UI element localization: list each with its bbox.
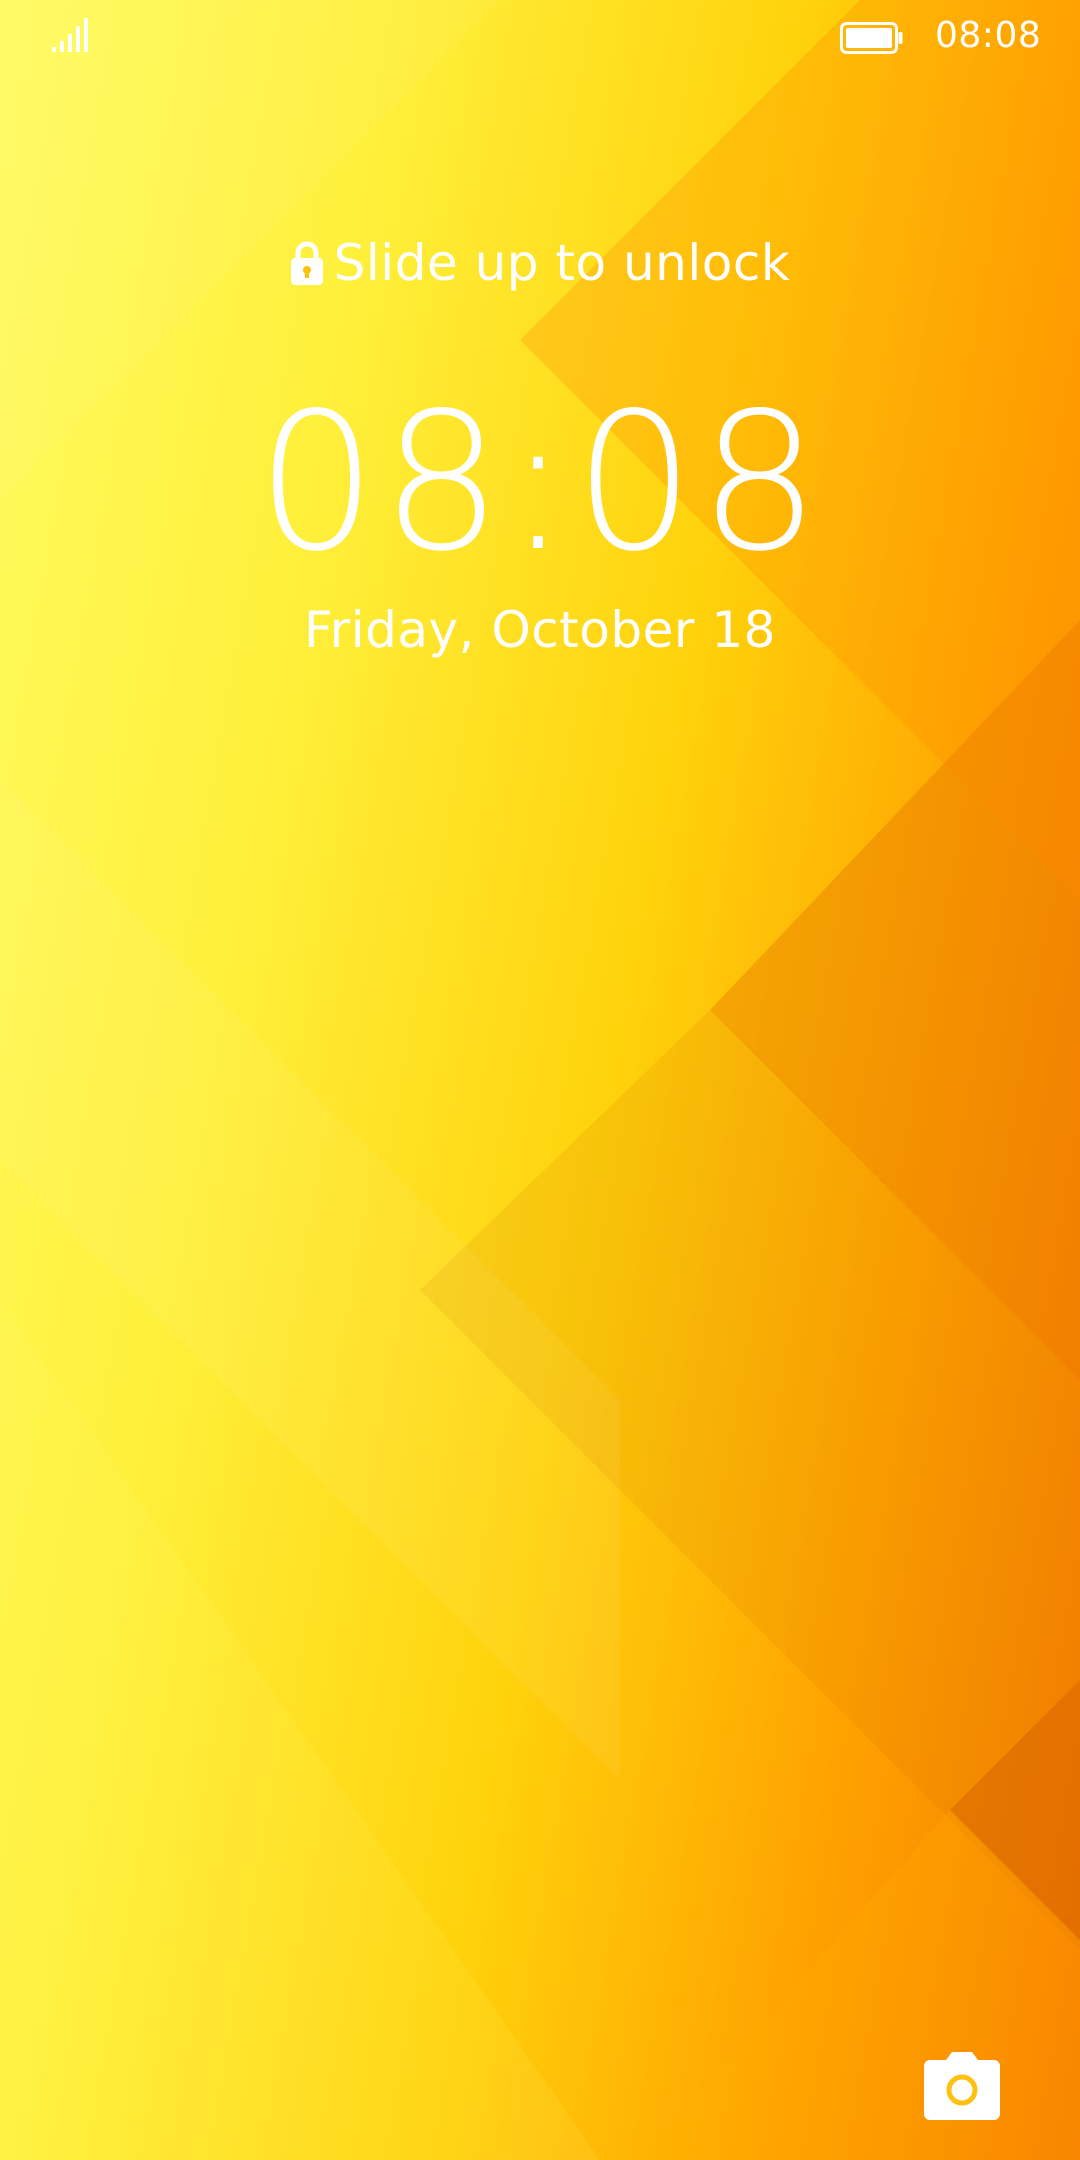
unlock-hint[interactable]: Slide up to unlock — [0, 228, 1080, 298]
lock-screen-date: Friday, October 18 — [304, 601, 776, 659]
camera-icon[interactable] — [922, 2050, 1002, 2122]
lock-screen-wallpaper — [0, 0, 1080, 2160]
lock-icon — [290, 241, 323, 285]
battery-full-icon — [840, 22, 903, 54]
status-bar: 08:08 — [0, 0, 1080, 75]
status-bar-time: 08:08 — [935, 15, 1042, 56]
signal-bars-icon — [52, 18, 88, 52]
wallpaper-shapes — [0, 0, 1080, 2160]
lock-screen-clock: 08:08 — [256, 372, 824, 593]
unlock-hint-text: Slide up to unlock — [333, 234, 791, 292]
